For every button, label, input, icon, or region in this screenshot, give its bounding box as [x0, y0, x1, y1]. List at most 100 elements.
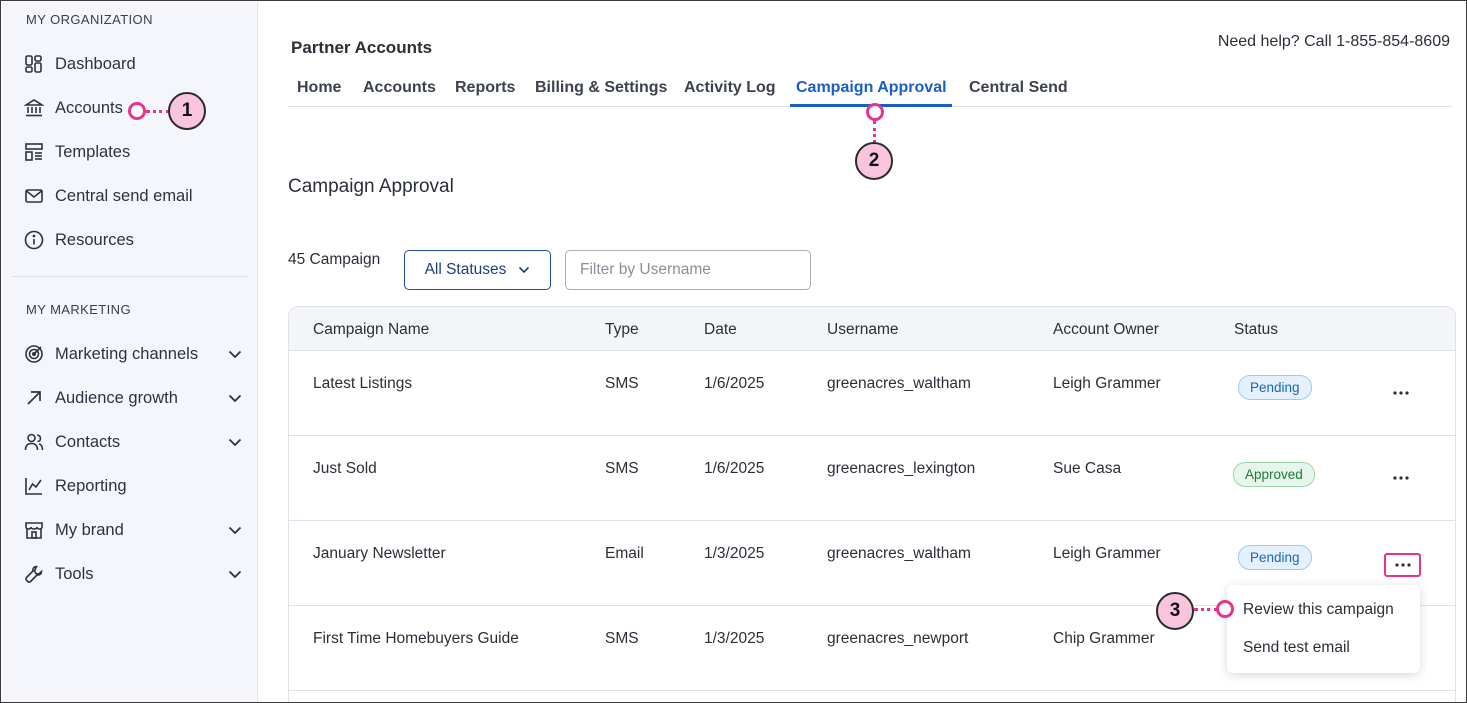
sidebar-item-marketing-channels[interactable]: Marketing channels — [22, 339, 244, 369]
username-cell: greenacres_waltham — [827, 375, 971, 392]
sidebar-item-label: My brand — [55, 520, 124, 539]
callout-anchor-2 — [866, 103, 884, 121]
app-window: MY ORGANIZATION Dashboard Accounts Templ… — [0, 0, 1467, 703]
column-header-type: Type — [605, 321, 639, 338]
envelope-icon — [22, 184, 46, 208]
campaign-name-cell: First Time Homebuyers Guide — [313, 630, 519, 647]
sidebar-item-label: Reporting — [55, 476, 127, 495]
owner-cell: Sue Casa — [1053, 460, 1122, 477]
people-icon — [22, 430, 46, 454]
chevron-down-icon[interactable] — [226, 565, 244, 583]
wrench-icon — [22, 562, 46, 586]
callout-line-2 — [873, 121, 876, 143]
date-cell: 1/3/2025 — [704, 545, 765, 562]
bank-icon — [22, 96, 46, 120]
column-header-account-owner: Account Owner — [1053, 321, 1159, 338]
column-header-status: Status — [1234, 321, 1278, 338]
arrow-up-right-icon — [22, 386, 46, 410]
callout-marker-1: 1 — [168, 92, 206, 130]
chevron-down-icon[interactable] — [226, 433, 244, 451]
owner-cell: Leigh Grammer — [1053, 545, 1161, 562]
tab-home[interactable]: Home — [297, 79, 341, 97]
date-cell: 1/6/2025 — [704, 460, 765, 477]
sidebar-divider — [12, 276, 248, 277]
dashboard-icon — [22, 52, 46, 76]
date-cell: 1/3/2025 — [704, 630, 765, 647]
sidebar-item-reporting[interactable]: Reporting — [22, 471, 244, 501]
username-filter-input[interactable] — [565, 250, 811, 290]
username-cell: greenacres_newport — [827, 630, 969, 647]
username-cell: greenacres_waltham — [827, 545, 971, 562]
campaign-count: 45 Campaign — [288, 251, 381, 268]
date-cell: 1/6/2025 — [704, 375, 765, 392]
tab-accounts[interactable]: Accounts — [363, 79, 436, 97]
table-header: Campaign Name Type Date Username Account… — [289, 307, 1455, 351]
callout-anchor-3 — [1216, 600, 1234, 618]
chevron-down-icon[interactable] — [226, 389, 244, 407]
callout-line-3 — [1194, 608, 1218, 611]
status-filter-value: All Statuses — [424, 261, 507, 278]
type-cell: SMS — [605, 460, 639, 477]
campaign-name-cell: Latest Listings — [313, 375, 413, 392]
more-options-button[interactable] — [1389, 381, 1413, 405]
storefront-icon — [22, 518, 46, 542]
chevron-down-icon — [518, 266, 530, 274]
page-title: Campaign Approval — [288, 176, 454, 197]
target-icon — [22, 342, 46, 366]
section-title-marketing: MY MARKETING — [26, 302, 131, 317]
status-badge: Approved — [1233, 462, 1315, 487]
tab-bar: Home Accounts Reports Billing & Settings… — [288, 71, 1452, 107]
info-icon — [22, 228, 46, 252]
status-badge: Pending — [1238, 545, 1312, 570]
sidebar-item-contacts[interactable]: Contacts — [22, 427, 244, 457]
tab-reports[interactable]: Reports — [455, 79, 515, 97]
status-filter-dropdown[interactable]: All Statuses — [404, 250, 551, 290]
campaign-name-cell: Just Sold — [313, 460, 377, 477]
tab-activity-log[interactable]: Activity Log — [684, 79, 776, 97]
owner-cell: Leigh Grammer — [1053, 375, 1161, 392]
campaign-name-cell: January Newsletter — [313, 545, 446, 562]
sidebar-item-dashboard[interactable]: Dashboard — [22, 49, 244, 79]
column-header-date: Date — [704, 321, 737, 338]
callout-marker-2: 2 — [855, 142, 893, 180]
templates-icon — [22, 140, 46, 164]
sidebar-item-label: Resources — [55, 230, 134, 249]
sidebar-item-label: Audience growth — [55, 388, 178, 407]
sidebar-item-audience-growth[interactable]: Audience growth — [22, 383, 244, 413]
menu-item-review-campaign[interactable]: Review this campaign — [1243, 601, 1394, 619]
help-phone-text: Need help? Call 1-855-854-8609 — [1217, 33, 1450, 50]
tab-billing-settings[interactable]: Billing & Settings — [535, 79, 667, 97]
sidebar-item-tools[interactable]: Tools — [22, 559, 244, 589]
more-options-button-highlighted[interactable] — [1384, 553, 1421, 577]
callout-line-1 — [146, 110, 170, 113]
tab-central-send[interactable]: Central Send — [969, 79, 1068, 97]
sidebar-item-label: Contacts — [55, 432, 121, 451]
sidebar-item-resources[interactable]: Resources — [22, 225, 244, 255]
chevron-down-icon[interactable] — [226, 345, 244, 363]
menu-item-send-test-email[interactable]: Send test email — [1243, 639, 1350, 657]
more-options-button[interactable] — [1389, 466, 1413, 490]
column-header-username: Username — [827, 321, 899, 338]
sidebar-item-label: Accounts — [55, 98, 123, 117]
type-cell: SMS — [605, 630, 639, 647]
section-title-organization: MY ORGANIZATION — [26, 12, 153, 27]
sidebar-item-label: Templates — [55, 142, 131, 161]
column-header-campaign-name: Campaign Name — [313, 321, 430, 338]
type-cell: Email — [605, 545, 644, 562]
owner-cell: Chip Grammer — [1053, 630, 1155, 647]
row-actions-menu: Review this campaign Send test email — [1227, 585, 1420, 673]
sidebar-item-label: Marketing channels — [55, 344, 199, 363]
sidebar-item-my-brand[interactable]: My brand — [22, 515, 244, 545]
type-cell: SMS — [605, 375, 639, 392]
table-row[interactable]: Latest Listings SMS 1/6/2025 greenacres_… — [289, 351, 1455, 436]
sidebar-item-central-send-email[interactable]: Central send email — [22, 181, 244, 211]
chevron-down-icon[interactable] — [226, 521, 244, 539]
sidebar-item-label: Tools — [55, 564, 94, 583]
sidebar-item-templates[interactable]: Templates — [22, 137, 244, 167]
callout-anchor-1 — [128, 102, 146, 120]
sidebar-item-label: Dashboard — [55, 54, 136, 73]
sidebar-item-label: Central send email — [55, 186, 193, 205]
username-cell: greenacres_lexington — [827, 460, 976, 477]
tab-campaign-approval[interactable]: Campaign Approval — [796, 79, 947, 97]
table-row[interactable]: Just Sold SMS 1/6/2025 greenacres_lexing… — [289, 436, 1455, 521]
